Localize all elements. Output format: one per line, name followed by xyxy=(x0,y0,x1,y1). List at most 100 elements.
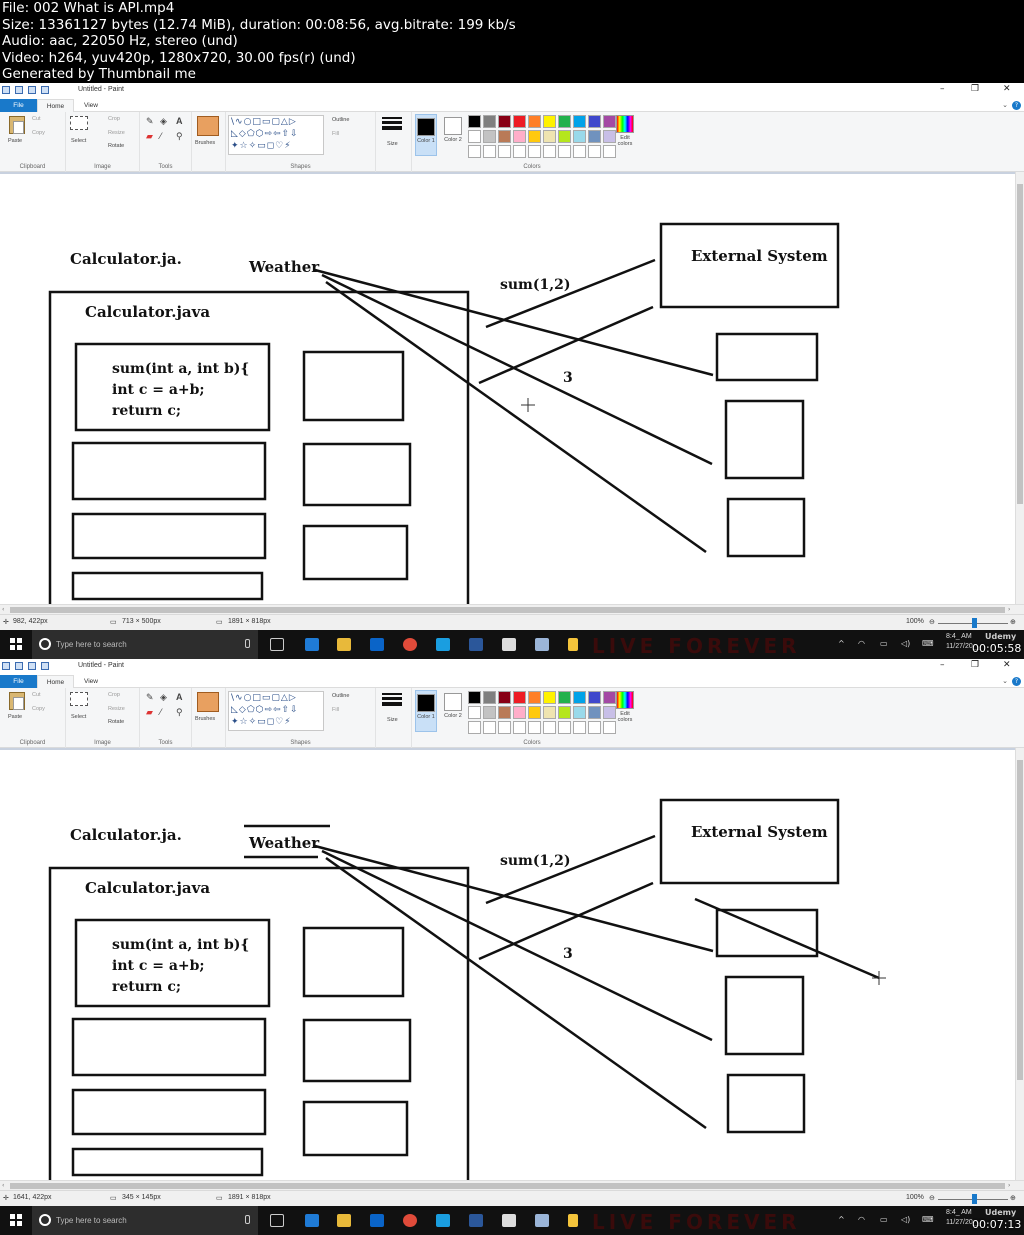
scroll-right-icon[interactable]: › xyxy=(1008,606,1010,613)
text-tool-icon[interactable]: A xyxy=(176,116,183,126)
copy-button[interactable]: Copy xyxy=(32,706,45,712)
zoom-slider-thumb[interactable] xyxy=(972,618,977,628)
shapes-gallery[interactable]: \∿○□▭▢△▷ ◺◇⬠⬡⇨⇦⇧⇩ ✦☆✧▭◻♡⚡ xyxy=(228,115,324,155)
redo-icon[interactable] xyxy=(41,86,49,94)
rotate-button[interactable]: Rotate xyxy=(108,719,124,725)
zoom-in-icon[interactable]: ⊕ xyxy=(1010,618,1016,626)
brushes-button[interactable]: Brushes xyxy=(195,140,215,146)
redo-icon[interactable] xyxy=(41,662,49,670)
maximize-button[interactable]: ❐ xyxy=(971,84,979,94)
palette-color-swatch[interactable] xyxy=(498,721,511,734)
help-icon[interactable]: ? xyxy=(1012,677,1021,686)
eraser-icon[interactable]: ▰ xyxy=(146,131,153,142)
palette-color-swatch[interactable] xyxy=(468,145,481,158)
palette-color-swatch[interactable] xyxy=(483,145,496,158)
palette-color-swatch[interactable] xyxy=(573,706,586,719)
keyboard-icon[interactable]: ⌨ xyxy=(922,639,934,648)
color-picker-icon[interactable]: ⁄ xyxy=(160,131,162,141)
rotate-button[interactable]: Rotate xyxy=(108,143,124,149)
save-icon[interactable] xyxy=(15,662,23,670)
brush-icon[interactable] xyxy=(197,692,219,712)
palette-color-swatch[interactable] xyxy=(498,691,511,704)
resize-button[interactable]: Resize xyxy=(108,706,125,712)
palette-color-swatch[interactable] xyxy=(573,130,586,143)
minimize-button[interactable]: – xyxy=(940,84,945,94)
magnifier-icon[interactable]: ⚲ xyxy=(176,131,183,142)
tab-home[interactable]: Home xyxy=(37,675,74,688)
battery-icon[interactable]: ▭ xyxy=(880,1215,888,1224)
palette-color-swatch[interactable] xyxy=(513,706,526,719)
taskbar-search-box[interactable]: Type here to search xyxy=(32,630,258,659)
chrome-icon[interactable] xyxy=(403,638,417,651)
palette-color-swatch[interactable] xyxy=(498,115,511,128)
palette-color-swatch[interactable] xyxy=(543,115,556,128)
shapes-gallery[interactable]: \∿○□▭▢△▷ ◺◇⬠⬡⇨⇦⇧⇩ ✦☆✧▭◻♡⚡ xyxy=(228,691,324,731)
scroll-left-icon[interactable]: ‹ xyxy=(2,1182,4,1189)
edit-colors-button[interactable]: Edit colors xyxy=(614,115,636,157)
drawing-canvas[interactable]: Calculator.ja. Weather Calculator.java s… xyxy=(0,750,1015,1180)
minimize-button[interactable]: – xyxy=(940,660,945,670)
task-view-icon[interactable] xyxy=(270,638,284,651)
zoom-out-icon[interactable]: ⊖ xyxy=(929,618,935,626)
task-view-icon[interactable] xyxy=(270,1214,284,1227)
edge-browser-icon[interactable] xyxy=(305,638,319,651)
fill-button[interactable]: Fill xyxy=(332,131,339,137)
palette-color-swatch[interactable] xyxy=(588,706,601,719)
palette-color-swatch[interactable] xyxy=(573,115,586,128)
tab-view[interactable]: View xyxy=(74,99,108,112)
screen-app-icon[interactable] xyxy=(502,1214,516,1227)
palette-color-swatch[interactable] xyxy=(468,721,481,734)
palette-color-swatch[interactable] xyxy=(558,721,571,734)
palette-color-swatch[interactable] xyxy=(558,115,571,128)
edit-colors-button[interactable]: Edit colors xyxy=(614,691,636,733)
save-icon[interactable] xyxy=(15,86,23,94)
color2-selector[interactable]: Color 2 xyxy=(442,690,464,732)
paste-button[interactable]: Paste xyxy=(8,138,22,144)
palette-color-swatch[interactable] xyxy=(468,130,481,143)
palette-color-swatch[interactable] xyxy=(543,706,556,719)
zoom-slider-thumb[interactable] xyxy=(972,1194,977,1204)
palette-color-swatch[interactable] xyxy=(468,691,481,704)
pencil-icon[interactable]: ✎ xyxy=(146,692,154,703)
crop-button[interactable]: Crop xyxy=(108,116,120,122)
palette-color-swatch[interactable] xyxy=(528,145,541,158)
screen-app-icon[interactable] xyxy=(502,638,516,651)
chrome-icon[interactable] xyxy=(403,1214,417,1227)
tab-view[interactable]: View xyxy=(74,675,108,688)
palette-color-swatch[interactable] xyxy=(468,706,481,719)
drawing-canvas[interactable]: Calculator.ja. Weather Calculator.java s… xyxy=(0,174,1015,604)
scroll-left-icon[interactable]: ‹ xyxy=(2,606,4,613)
color1-selector[interactable]: Color 1 xyxy=(415,690,437,732)
palette-color-swatch[interactable] xyxy=(543,145,556,158)
color-picker-icon[interactable]: ⁄ xyxy=(160,707,162,717)
palette-color-swatch[interactable] xyxy=(588,145,601,158)
wifi-icon[interactable]: ◠ xyxy=(858,639,865,648)
outlook-icon[interactable] xyxy=(370,1214,384,1227)
fill-bucket-icon[interactable]: ◈ xyxy=(160,116,167,127)
battery-icon[interactable]: ▭ xyxy=(880,639,888,648)
file-explorer-icon[interactable] xyxy=(337,1214,351,1227)
palette-color-swatch[interactable] xyxy=(498,130,511,143)
palette-color-swatch[interactable] xyxy=(588,691,601,704)
size-button[interactable]: Size xyxy=(387,141,398,147)
crop-button[interactable]: Crop xyxy=(108,692,120,698)
vertical-scroll-thumb[interactable] xyxy=(1017,184,1023,504)
palette-color-swatch[interactable] xyxy=(498,145,511,158)
windows-start-icon[interactable] xyxy=(10,1214,22,1226)
select-icon[interactable] xyxy=(70,692,88,706)
paint-taskbar-icon[interactable] xyxy=(535,1214,549,1227)
palette-color-swatch[interactable] xyxy=(483,706,496,719)
palette-color-swatch[interactable] xyxy=(543,691,556,704)
copy-button[interactable]: Copy xyxy=(32,130,45,136)
sticky-notes-icon[interactable] xyxy=(568,638,578,651)
fill-bucket-icon[interactable]: ◈ xyxy=(160,692,167,703)
cut-button[interactable]: Cut xyxy=(32,116,41,122)
keyboard-icon[interactable]: ⌨ xyxy=(922,1215,934,1224)
edge-browser-icon[interactable] xyxy=(305,1214,319,1227)
taskbar-search-box[interactable]: Type here to search xyxy=(32,1206,258,1235)
palette-color-swatch[interactable] xyxy=(588,721,601,734)
microphone-icon[interactable] xyxy=(245,639,250,648)
palette-color-swatch[interactable] xyxy=(588,130,601,143)
palette-color-swatch[interactable] xyxy=(513,115,526,128)
outlook-icon[interactable] xyxy=(370,638,384,651)
